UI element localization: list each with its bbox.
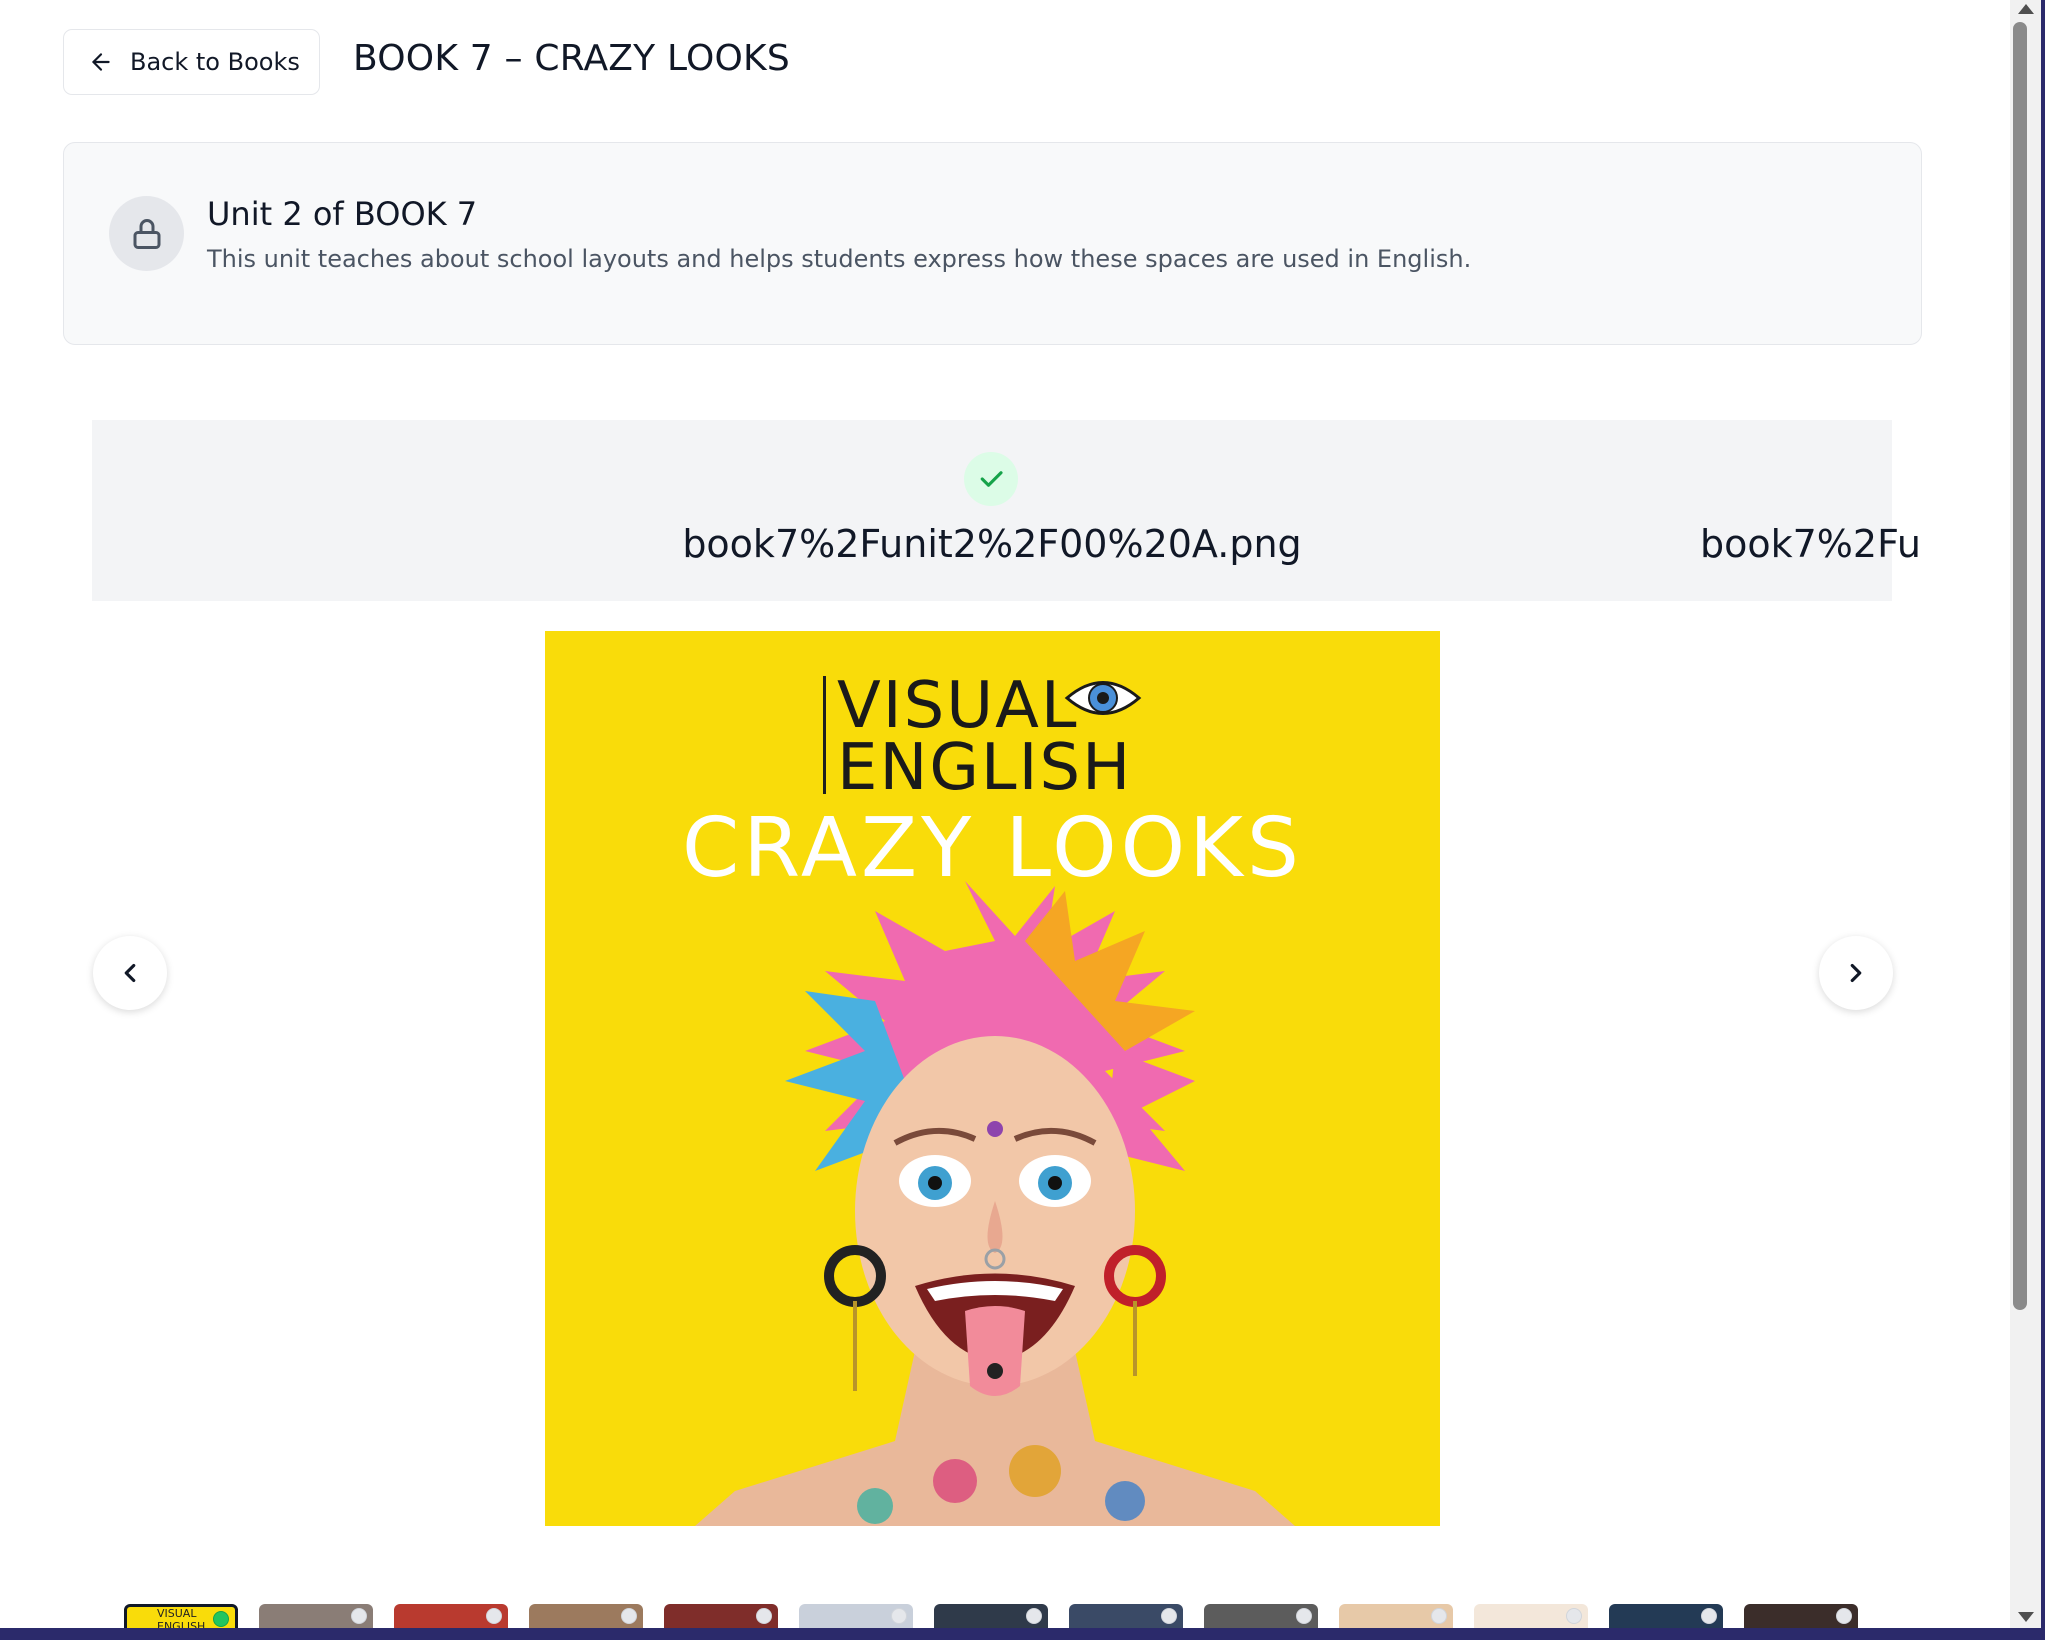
status-dot (351, 1608, 367, 1624)
page-title: BOOK 7 – CRAZY LOOKS (353, 38, 790, 79)
status-dot (1566, 1608, 1582, 1624)
window-bottom-border (0, 1628, 2045, 1640)
slide-carousel: book7%2Funit2%2F00%20A.png book7%2Fun VI… (92, 420, 1922, 1540)
logo-bar (823, 676, 826, 794)
previous-slide-button[interactable] (93, 936, 167, 1010)
status-dot (1431, 1608, 1447, 1624)
chevron-left-icon (124, 963, 136, 983)
unit-description: This unit teaches about school layouts a… (207, 245, 1472, 273)
back-button-label: Back to Books (130, 48, 300, 76)
thumbnail-strip: VISUAL ENGLISH (124, 1604, 1864, 1628)
unit-title: Unit 2 of BOOK 7 (207, 195, 478, 233)
slide-thumbnail[interactable] (529, 1604, 643, 1628)
slide-thumbnail[interactable] (664, 1604, 778, 1628)
arrow-left-icon (92, 53, 110, 71)
slide-thumbnail[interactable] (259, 1604, 373, 1628)
slide-thumbnail[interactable]: VISUAL ENGLISH (124, 1604, 238, 1628)
completed-status-dot (213, 1611, 229, 1627)
scroll-down-arrow-icon[interactable] (2018, 1612, 2034, 1622)
slide-thumbnail[interactable] (1609, 1604, 1723, 1628)
status-dot (756, 1608, 772, 1624)
check-icon (964, 452, 1018, 506)
status-dot (1026, 1608, 1042, 1624)
slide-thumbnail[interactable] (799, 1604, 913, 1628)
chevron-right-icon (1850, 963, 1862, 983)
portrait-illustration (695, 881, 1295, 1526)
eye-icon (1064, 681, 1142, 715)
status-dot (891, 1608, 907, 1624)
scrollbar-thumb[interactable] (2013, 22, 2027, 1310)
next-slide-button[interactable] (1819, 936, 1893, 1010)
status-dot (621, 1608, 637, 1624)
slide-filename: book7%2Funit2%2F00%20A.png (682, 522, 1302, 566)
slide-thumbnail[interactable] (1204, 1604, 1318, 1628)
status-dot (1701, 1608, 1717, 1624)
slide-image: VISUAL ENGLISH CRAZY LOOKS (545, 631, 1440, 1526)
status-dot (486, 1608, 502, 1624)
status-dot (1296, 1608, 1312, 1624)
slide-thumbnail[interactable] (1069, 1604, 1183, 1628)
unit-info-card: Unit 2 of BOOK 7 This unit teaches about… (63, 142, 1922, 345)
slide-thumbnail[interactable] (1744, 1604, 1858, 1628)
back-to-books-button[interactable]: Back to Books (63, 29, 320, 95)
slide-thumbnail[interactable] (1339, 1604, 1453, 1628)
window-right-border (2041, 0, 2045, 1640)
slide-thumbnail[interactable] (934, 1604, 1048, 1628)
status-dot (1836, 1608, 1852, 1624)
lock-icon (109, 196, 184, 271)
slide-thumbnail[interactable] (394, 1604, 508, 1628)
status-dot (1161, 1608, 1177, 1624)
next-slide-filename: book7%2Fun (1700, 522, 1922, 566)
page: Back to Books BOOK 7 – CRAZY LOOKS Unit … (0, 0, 2010, 1628)
slide-header: book7%2Funit2%2F00%20A.png (92, 420, 1892, 601)
slide-thumbnail[interactable] (1474, 1604, 1588, 1628)
logo-text-english: ENGLISH (837, 731, 1133, 805)
scroll-up-arrow-icon[interactable] (2018, 4, 2034, 14)
